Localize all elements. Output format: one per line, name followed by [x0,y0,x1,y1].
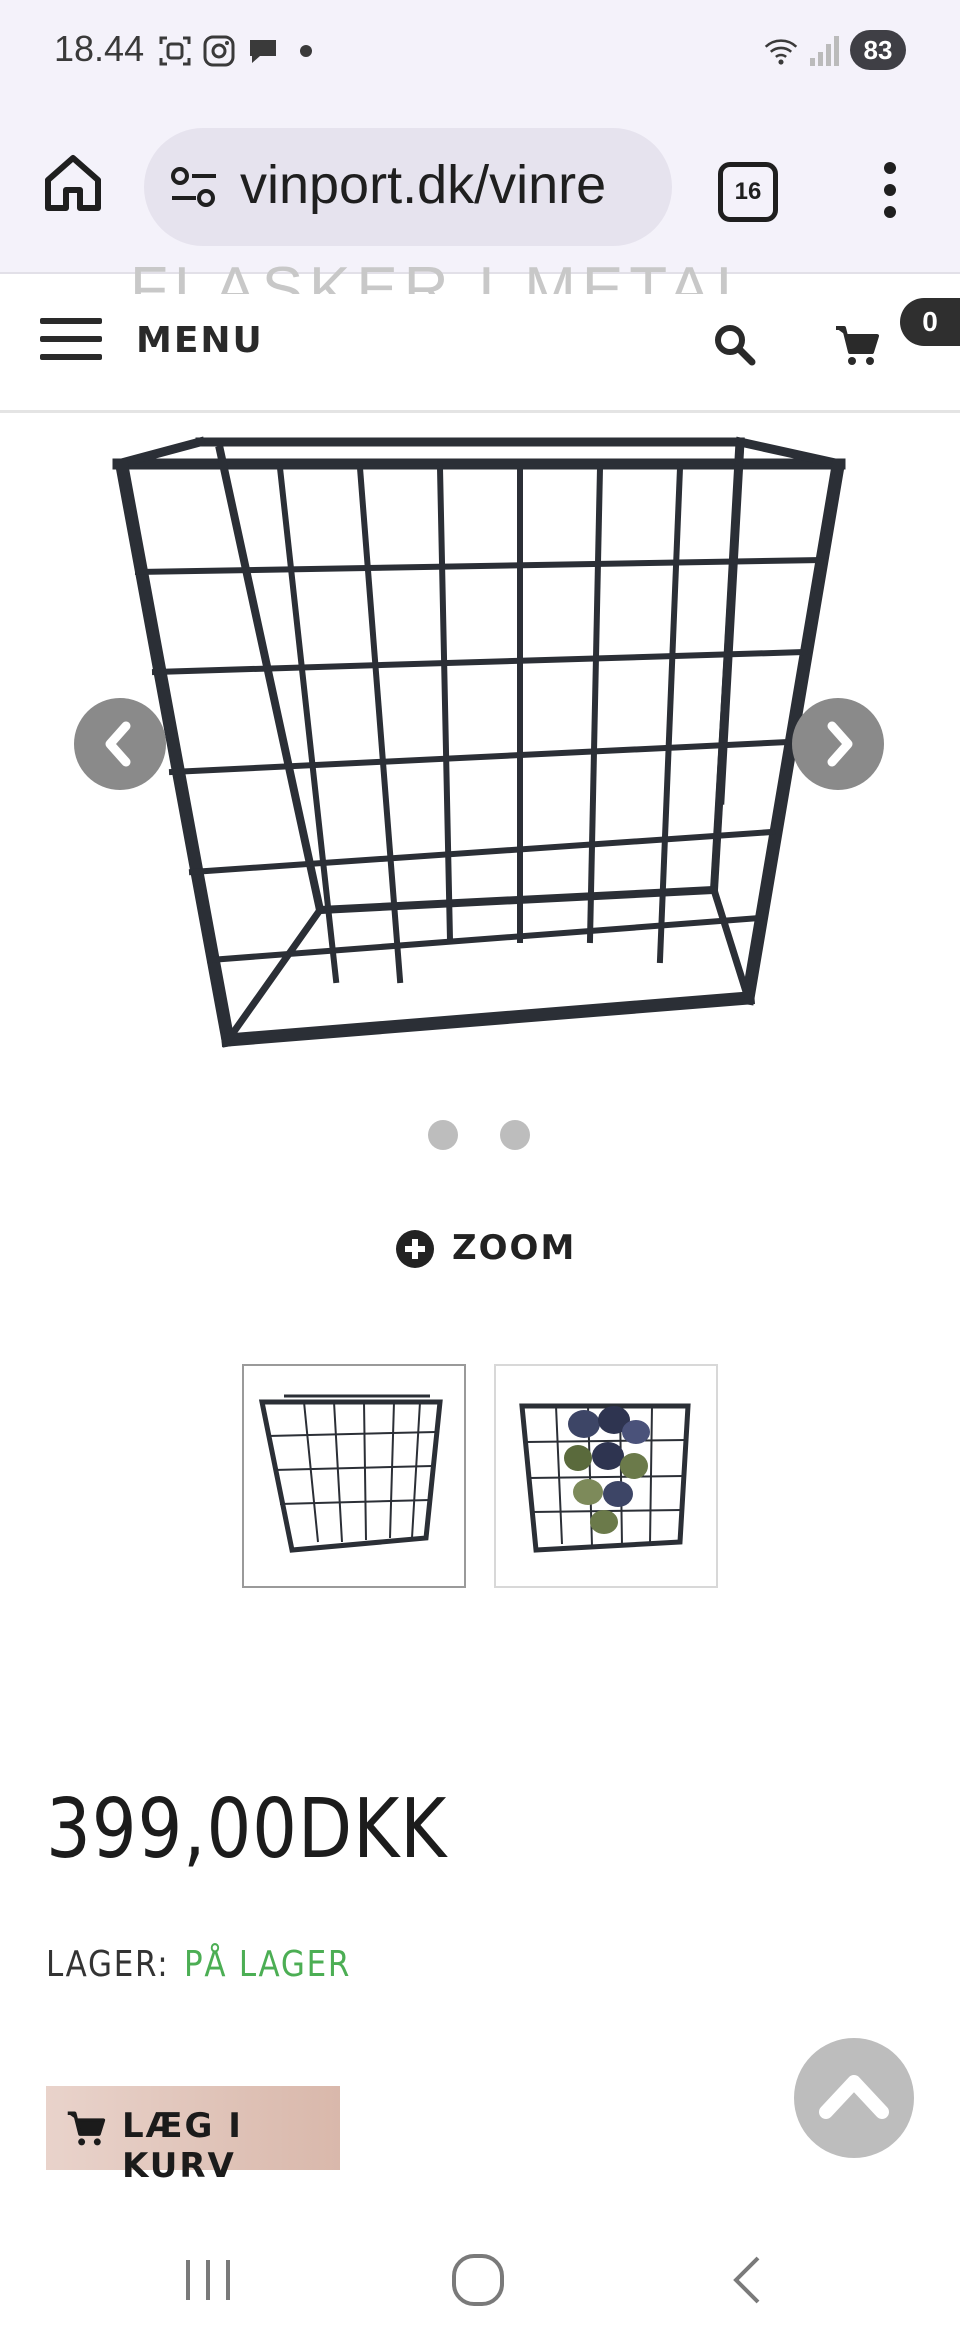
thumbnail-image-rack-with-bottles [519,1403,691,1553]
gallery-dot-2[interactable] [500,1120,530,1150]
home-icon[interactable] [40,150,106,216]
gallery-next-button[interactable] [792,698,884,790]
gallery-dot-1[interactable] [428,1120,458,1150]
address-bar[interactable]: vinport.dk/vinre [144,128,672,246]
chat-icon [250,40,276,63]
screenshot-icon [159,36,191,66]
cart-count-badge[interactable]: 0 [900,298,960,346]
thumbnail-2[interactable] [494,1364,718,1588]
page-title-behind: FLASKER I METAL [130,255,757,294]
product-image[interactable] [100,420,860,1060]
url-text[interactable]: vinport.dk/vinre [240,154,650,216]
menu-label: MENU [136,320,264,361]
thumbnail-1[interactable] [242,1364,466,1588]
zoom-button[interactable]: ZOOM [396,1228,576,1274]
wifi-icon [764,39,798,65]
home-circle-icon[interactable] [448,2252,508,2308]
dot-icon [300,45,312,57]
chevron-right-icon [827,721,853,767]
instagram-icon [203,35,235,67]
add-to-cart-label: LÆG I KURV [122,2106,243,2186]
stock-status: PÅ LAGER [184,1944,352,1985]
cart-icon[interactable] [834,322,880,368]
back-to-top-button[interactable] [794,2038,914,2158]
product-price: 399,00DKK [46,1782,448,1877]
chevron-left-icon [105,721,131,767]
battery-indicator: 83 [850,30,906,70]
tabs-button[interactable]: 16 [718,162,778,222]
search-icon[interactable] [712,322,756,366]
cart-icon [67,2111,106,2146]
zoom-label: ZOOM [452,1228,577,1268]
plus-circle-icon [396,1230,434,1268]
recents-icon[interactable] [178,2252,238,2308]
add-to-cart-button[interactable]: LÆG I KURV [46,2086,340,2186]
thumbnail-image-empty-rack [258,1394,443,1553]
menu-button[interactable]: MENU [40,318,262,368]
chevron-up-icon [819,2075,889,2119]
site-settings-icon[interactable] [170,166,218,210]
stock-label: LAGER: [46,1944,170,1985]
status-time: 18.44 [54,28,145,69]
more-vert-icon[interactable] [870,160,910,220]
back-icon[interactable] [718,2252,778,2308]
hamburger-icon [40,318,102,362]
signal-icon [810,36,839,66]
gallery-prev-button[interactable] [74,698,166,790]
